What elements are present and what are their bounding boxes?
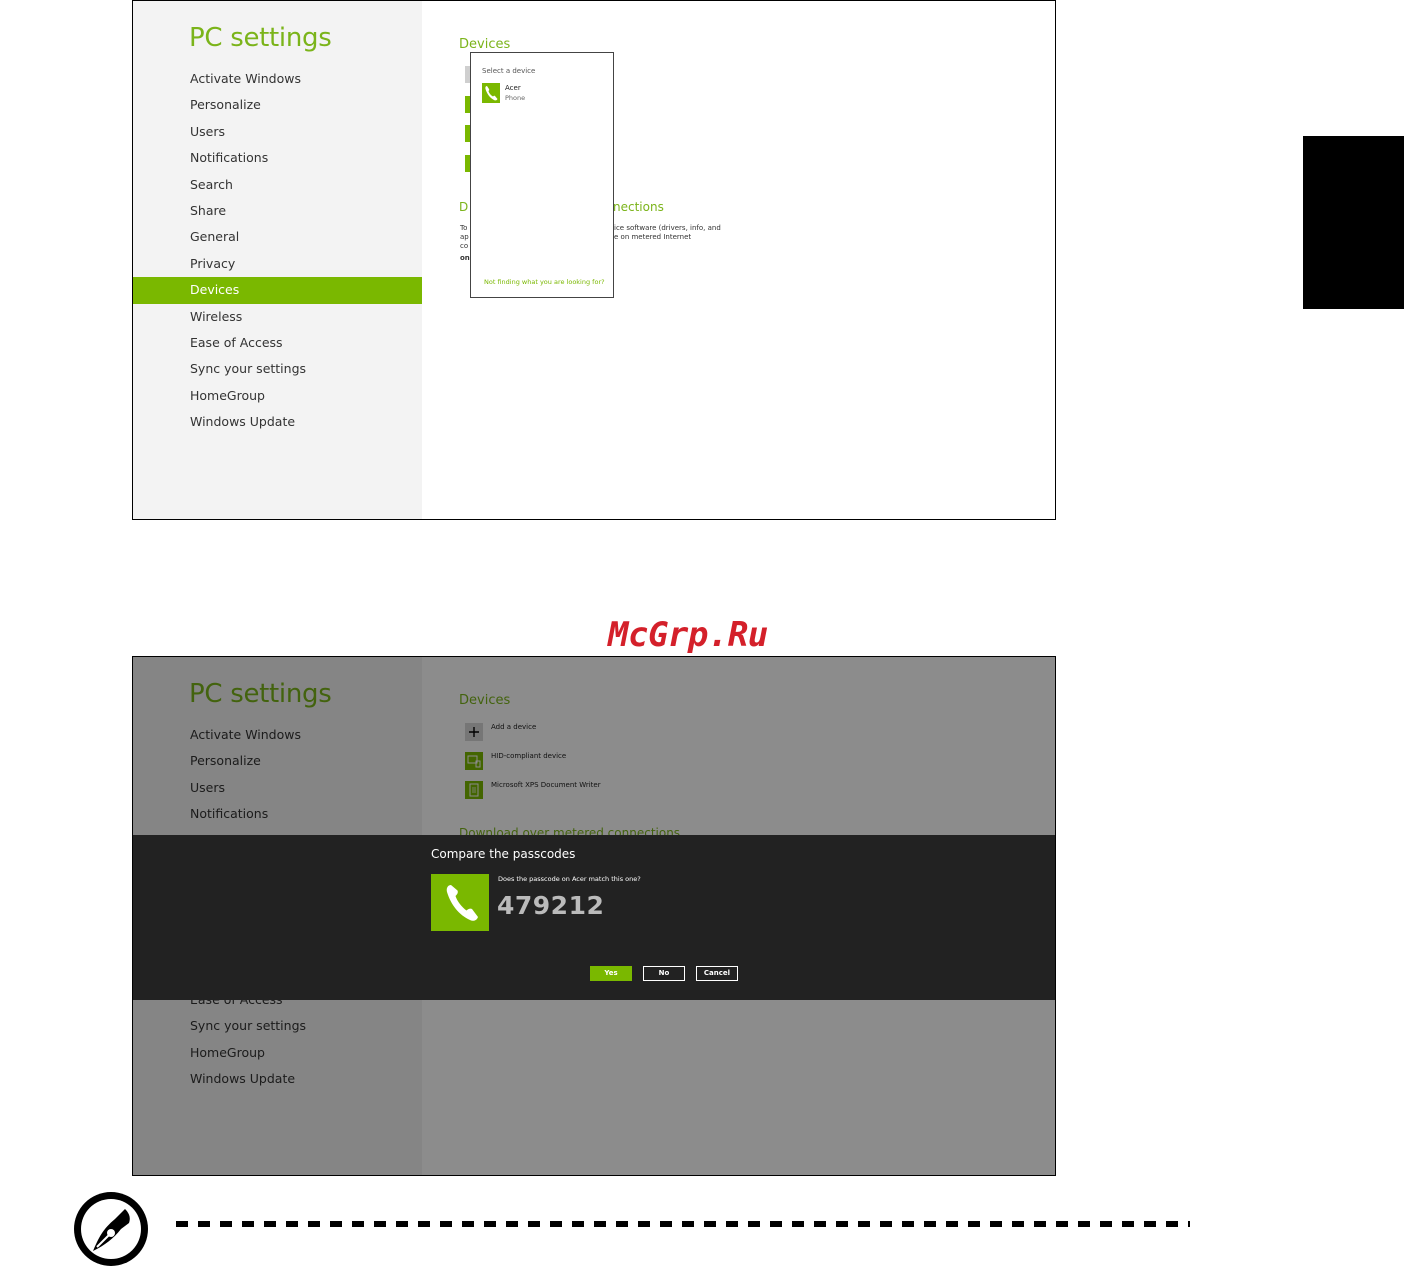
phone-icon <box>431 874 489 931</box>
sidebar-item-homegroup[interactable]: HomeGroup <box>133 383 422 409</box>
dialog-question: Does the passcode on Acer match this one… <box>498 875 641 883</box>
note-pen-icon <box>71 1189 151 1269</box>
devices-heading: Devices <box>459 37 511 52</box>
sidebar-item-devices[interactable]: Devices <box>133 277 422 304</box>
settings-sidebar: PC settings Activate Windows Personalize… <box>133 1 422 519</box>
watermark: McGrp.Ru <box>608 615 768 655</box>
passcode: 479212 <box>497 891 605 920</box>
not-finding-link[interactable]: Not finding what you are looking for? <box>484 278 605 286</box>
section-heading-fragment: nections <box>613 200 664 214</box>
device-type: Phone <box>505 94 526 102</box>
sidebar-item-share[interactable]: Share <box>133 198 422 224</box>
sidebar-item-activate-windows[interactable]: Activate Windows <box>133 66 422 92</box>
page-title: PC settings <box>189 23 332 53</box>
picker-label: Select a device <box>482 67 536 75</box>
device-name[interactable]: Acer <box>505 84 521 92</box>
chapter-tab <box>1303 136 1404 309</box>
sidebar-item-personalize[interactable]: Personalize <box>133 92 422 118</box>
section-heading-fragment: D <box>459 200 469 214</box>
dashed-separator <box>176 1221 1190 1227</box>
sidebar-item-users[interactable]: Users <box>133 119 422 145</box>
phone-icon[interactable] <box>482 83 500 103</box>
screenshot-device-picker: PC settings Activate Windows Personalize… <box>132 0 1056 520</box>
dialog-title: Compare the passcodes <box>431 847 576 861</box>
body-text-fragment: co <box>460 242 469 250</box>
toggle-state-fragment: on <box>460 254 470 262</box>
sidebar-item-sync-settings[interactable]: Sync your settings <box>133 356 422 382</box>
yes-button[interactable]: Yes <box>590 966 632 981</box>
compare-passcodes-dialog: Compare the passcodes Does the passcode … <box>133 835 1055 1000</box>
sidebar-item-general[interactable]: General <box>133 224 422 250</box>
sidebar-item-search[interactable]: Search <box>133 172 422 198</box>
sidebar-item-privacy[interactable]: Privacy <box>133 251 422 277</box>
sidebar-item-ease-of-access[interactable]: Ease of Access <box>133 330 422 356</box>
sidebar-item-notifications[interactable]: Notifications <box>133 145 422 171</box>
screenshot-compare-passcodes: PC settings Activate Windows Personalize… <box>132 656 1056 1176</box>
no-button[interactable]: No <box>643 966 685 981</box>
cancel-button[interactable]: Cancel <box>696 966 738 981</box>
device-picker-flyout: Select a device Acer Phone Not finding w… <box>470 52 614 298</box>
sidebar-item-wireless[interactable]: Wireless <box>133 304 422 330</box>
body-text-fragment: e on metered Internet <box>614 233 692 241</box>
settings-nav: Activate Windows Personalize Users Notif… <box>133 66 422 435</box>
sidebar-item-windows-update[interactable]: Windows Update <box>133 409 422 435</box>
